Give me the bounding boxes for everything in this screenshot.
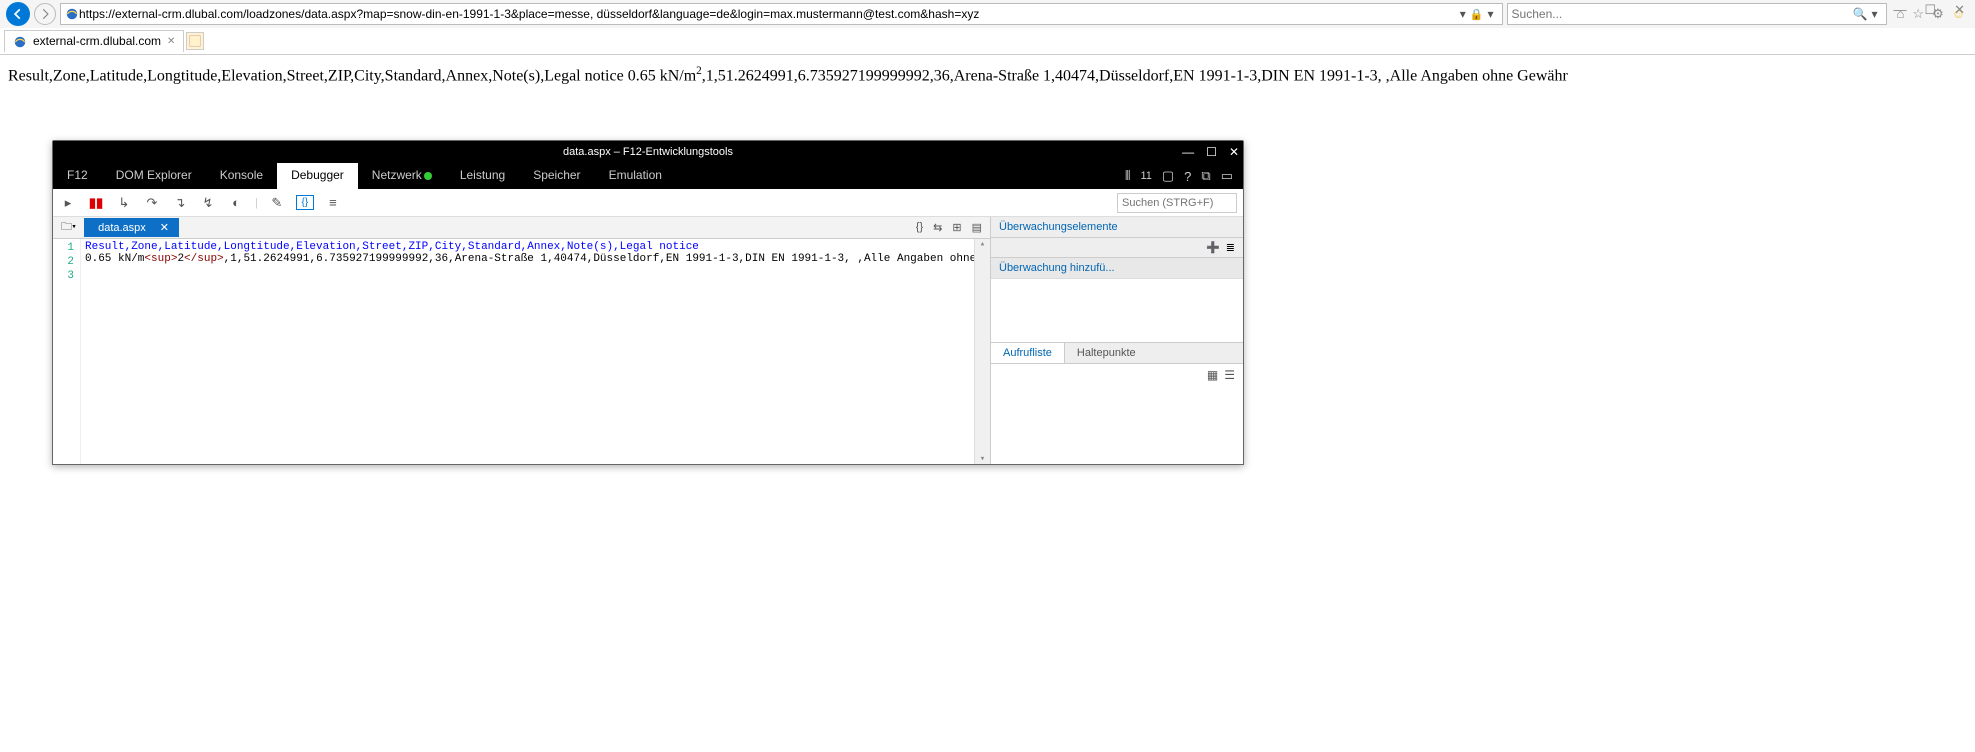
search-magnifier-icon[interactable]: 🔍 <box>1853 7 1868 21</box>
line-number[interactable]: 1 <box>55 241 74 255</box>
devtools-close-icon[interactable]: ✕ <box>1229 145 1239 159</box>
devtools-minimize-icon[interactable]: — <box>1182 145 1194 159</box>
maximize-button[interactable]: ☐ <box>1924 2 1936 18</box>
callstack-tool-1-icon[interactable]: ▦ <box>1207 368 1218 382</box>
folder-icon[interactable]: 🗀▾ <box>53 218 84 237</box>
browser-tab[interactable]: external-crm.dlubal.com ✕ <box>4 30 184 52</box>
debugger-side-panel: Überwachungselemente ➕ ≣ Überwachung hin… <box>991 217 1243 464</box>
code-line-2d: </sup> <box>184 253 224 265</box>
tab-speicher[interactable]: Speicher <box>519 163 594 189</box>
code-line-2e: ,1,51.2624991,6.735927199999992,36,Arena… <box>224 253 974 265</box>
close-button[interactable]: ✕ <box>1954 2 1965 18</box>
file-tabs-row: 🗀▾ data.aspx ✕ {} ⇆ ⊞ ▤ <box>53 217 990 239</box>
step-over-icon[interactable]: ↷ <box>143 195 161 211</box>
code-tool-2-icon[interactable]: ⇆ <box>933 221 942 234</box>
page-body-text: Result,Zone,Latitude,Longtitude,Elevatio… <box>0 55 1975 95</box>
wand-icon[interactable]: ✎ <box>268 195 286 211</box>
new-tab-button[interactable] <box>186 32 204 50</box>
line-number[interactable]: 2 <box>55 255 74 269</box>
address-bar-row: ▾ 🔒 ▾ 🔍 ▾ ⌂ ☆ ⚙ ☺ <box>0 0 1975 28</box>
scroll-up-icon[interactable]: ▴ <box>975 239 990 249</box>
devtools-tabs: F12 DOM Explorer Konsole Debugger Netzwe… <box>53 163 1243 189</box>
network-active-dot-icon <box>424 172 432 180</box>
dock-icon[interactable]: ▭ <box>1221 168 1233 184</box>
help-icon[interactable]: ? <box>1184 169 1191 184</box>
tab-breakpoints[interactable]: Haltepunkte <box>1065 343 1148 363</box>
tab-callstack[interactable]: Aufrufliste <box>991 343 1065 363</box>
debugger-search-input[interactable] <box>1117 193 1237 213</box>
search-box[interactable]: 🔍 ▾ <box>1507 3 1887 25</box>
code-tool-4-icon[interactable]: ▤ <box>972 221 982 234</box>
search-dropdown-icon[interactable]: ▾ <box>1868 7 1882 21</box>
code-line-2a: 0.65 kN/m <box>85 253 144 265</box>
tab-emulation[interactable]: Emulation <box>595 163 676 189</box>
tab-dom-explorer[interactable]: DOM Explorer <box>102 163 206 189</box>
code-tool-1-icon[interactable]: {} <box>916 221 923 234</box>
step-out-icon[interactable]: ↴ <box>171 195 189 211</box>
tab-netzwerk[interactable]: Netzwerk <box>358 163 446 189</box>
watch-panel-title: Überwachungselemente <box>999 221 1118 233</box>
code-line-2b: <sup> <box>144 253 177 265</box>
window-controls: — ☐ ✕ <box>1893 2 1965 18</box>
watch-add-row[interactable]: Überwachung hinzufü... <box>991 258 1243 279</box>
devices-icon[interactable]: ⫴ <box>1125 168 1130 184</box>
forward-button[interactable] <box>34 3 56 25</box>
devtools-titlebar[interactable]: data.aspx – F12-Entwicklungstools — ☐ ✕ <box>53 141 1243 163</box>
search-input[interactable] <box>1512 7 1853 21</box>
devtools-maximize-icon[interactable]: ☐ <box>1206 145 1217 159</box>
tab-close-icon[interactable]: ✕ <box>167 36 175 47</box>
pin-icon[interactable]: ⧉ <box>1201 168 1210 184</box>
browser-chrome: ▾ 🔒 ▾ 🔍 ▾ ⌂ ☆ ⚙ ☺ external-crm.dlubal.co… <box>0 0 1975 55</box>
tab-leistung[interactable]: Leistung <box>446 163 519 189</box>
word-wrap-icon[interactable]: ≡ <box>324 195 342 210</box>
side-bottom-tabs: Aufrufliste Haltepunkte <box>991 342 1243 364</box>
url-dropdown-icon[interactable]: ▾ <box>1456 7 1470 21</box>
code-tool-3-icon[interactable]: ⊞ <box>952 221 961 234</box>
watch-list-icon[interactable]: ≣ <box>1226 241 1235 254</box>
url-input[interactable] <box>79 7 1456 21</box>
watch-panel-header[interactable]: Überwachungselemente <box>991 217 1243 238</box>
ie-logo-icon <box>65 7 79 22</box>
result-text-before: Result,Zone,Latitude,Longtitude,Elevatio… <box>8 67 696 84</box>
back-button[interactable] <box>6 2 30 26</box>
url-menu-icon[interactable]: ▾ <box>1484 7 1498 21</box>
watch-list-area <box>991 279 1243 342</box>
break-new-worker-icon[interactable]: ↯ <box>199 195 217 211</box>
pretty-print-icon[interactable]: {} <box>296 195 314 210</box>
line-gutter: 1 2 3 <box>53 239 81 464</box>
devtools-window: data.aspx – F12-Entwicklungstools — ☐ ✕ … <box>52 140 1244 465</box>
continue-icon[interactable]: ▸ <box>59 195 77 211</box>
tab-konsole[interactable]: Konsole <box>206 163 277 189</box>
line-number[interactable]: 3 <box>55 269 74 283</box>
callstack-tool-2-icon[interactable]: ☰ <box>1224 368 1235 382</box>
code-editor: 1 2 3 Result,Zone,Latitude,Longtitude,El… <box>53 239 990 464</box>
step-into-icon[interactable]: ↳ <box>115 195 133 211</box>
console-toggle-icon[interactable]: ▢ <box>1162 168 1174 184</box>
devtools-title: data.aspx – F12-Entwicklungstools <box>563 146 733 158</box>
code-content[interactable]: Result,Zone,Latitude,Longtitude,Elevatio… <box>81 239 974 464</box>
debugger-toolbar: ▸ ▮▮ ↳ ↷ ↴ ↯ ◐ | ✎ {} ≡ <box>53 189 1243 217</box>
exceptions-icon[interactable]: ◐ <box>227 195 245 210</box>
f12-label: F12 <box>53 163 102 189</box>
error-count-badge[interactable]: 11 <box>1140 170 1151 182</box>
break-icon[interactable]: ▮▮ <box>87 195 105 211</box>
code-scrollbar[interactable]: ▴ ▾ <box>974 239 990 464</box>
file-tab-close-icon[interactable]: ✕ <box>160 221 169 234</box>
url-bar[interactable]: ▾ 🔒 ▾ <box>60 3 1503 25</box>
tab-title: external-crm.dlubal.com <box>33 34 161 48</box>
minimize-button[interactable]: — <box>1893 2 1906 18</box>
code-line-1: Result,Zone,Latitude,Longtitude,Elevatio… <box>85 241 699 253</box>
result-text-after: ,1,51.2624991,6.735927199999992,36,Arena… <box>702 67 1568 84</box>
scroll-down-icon[interactable]: ▾ <box>975 454 990 464</box>
add-watch-icon[interactable]: ➕ <box>1206 241 1220 254</box>
tab-ie-icon <box>13 34 27 49</box>
tab-debugger[interactable]: Debugger <box>277 163 358 189</box>
callstack-area: ▦ ☰ <box>991 364 1243 464</box>
lock-icon: 🔒 <box>1470 8 1484 21</box>
file-tab-label: data.aspx <box>98 222 146 234</box>
browser-tab-row: external-crm.dlubal.com ✕ <box>0 28 1975 54</box>
file-tab-data-aspx[interactable]: data.aspx ✕ <box>84 218 179 237</box>
